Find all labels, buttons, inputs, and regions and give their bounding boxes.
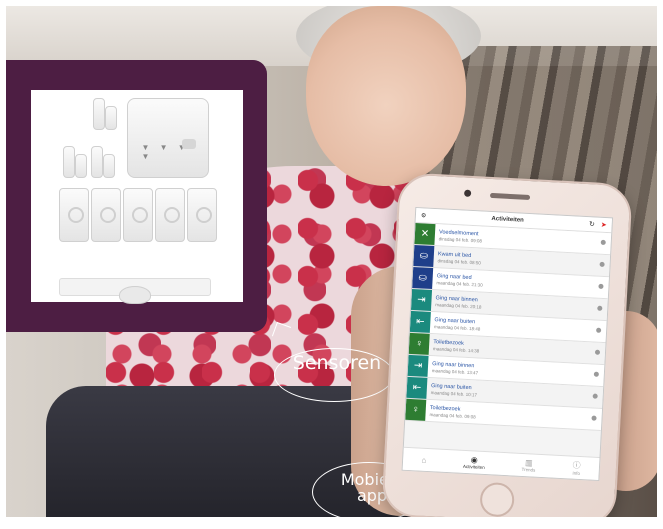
tab-activiteiten[interactable]: ◉ Activiteiten [463,455,485,470]
door-in-icon: ⇥ [410,288,433,311]
feed-item-time: maandag 04 feb. 14:38 [432,345,480,354]
door-out-icon: ⇤ [406,376,428,399]
feed-item-time: maandag 04 feb. 18:48 [434,323,481,332]
tab-trends[interactable]: ▥ Trends [521,458,536,473]
paper-plane-icon[interactable]: ➤ [601,221,607,229]
home-icon: ⌂ [421,455,427,465]
door-sensor [74,154,87,178]
toilet-icon: ♀ [408,332,430,355]
photo-scene: ▼ ▼ ▼ ▼ Sensoren Mobiele app ⚙ Activitei… [6,6,657,517]
status-dot-icon [597,305,603,311]
sensor-panel: ▼ ▼ ▼ ▼ [6,60,267,332]
door-out-icon: ⇤ [409,310,431,333]
feed-item-text: Toiletbezoek maandag 04 feb. 09:08 [425,400,480,424]
feed-item-time: maandag 04 feb. 21:30 [436,279,483,288]
earpiece [489,192,531,200]
activity-icon: ◉ [470,455,478,465]
hub-leds: ▼ ▼ ▼ ▼ [141,143,190,161]
door-sensor [92,98,105,130]
door-sensor [104,106,117,130]
sensors-label: Sensoren [274,348,394,404]
status-dot-icon [592,393,598,399]
toilet-icon: ♀ [405,398,427,421]
feed-item-time: maandag 04 feb. 09:08 [429,411,476,419]
feed-item-text: Ging naar buiten maandag 04 feb. 18:48 [430,312,485,336]
tab-home[interactable]: ⌂ [421,455,426,464]
smart-plug [90,188,121,242]
smart-plug [122,188,153,242]
chart-icon: ▥ [524,458,533,468]
feed-item-text: Voedselmoment dinsdag 04 feb. 09:08 [434,224,486,248]
feed-item-text: Ging naar bed maandag 04 feb. 21:30 [432,268,487,292]
bottom-tab-bar: ⌂ ◉ Activiteiten ▥ Trends ⓘ Info [402,446,600,480]
tab-label: Trends [521,466,536,473]
feed-item-text: Ging naar binnen maandag 04 feb. 20:18 [431,290,486,314]
activity-feed: ✕ Voedselmoment dinsdag 04 feb. 09:08 ⛀ Kwam… [405,223,612,432]
feed-item-text: Kwam uit bed dinsdag 04 feb. 08:50 [433,246,485,270]
bed-icon: ⛀ [412,266,434,289]
smart-plug [154,188,185,242]
feed-item-text: Toiletbezoek maandag 04 feb. 14:38 [429,334,484,358]
info-icon: ⓘ [572,460,581,471]
feed-item-text: Ging naar binnen maandag 04 feb. 13:47 [427,356,482,380]
status-dot-icon [593,371,599,377]
refresh-icon[interactable]: ↻ [589,220,595,228]
status-dot-icon [596,327,602,333]
bed-icon: ⛀ [413,245,435,268]
status-dot-icon [594,349,601,355]
status-dot-icon [600,239,606,246]
door-sensor [62,146,75,178]
status-dot-icon [599,261,605,267]
feed-item-time: maandag 04 feb. 10:17 [430,389,478,397]
feed-item-time: dinsdag 04 feb. 08:50 [437,257,481,266]
motion-sensor [118,286,151,304]
home-button[interactable] [479,481,516,517]
feed-item-text: Ging naar buiten maandag 04 feb. 10:17 [426,378,481,402]
smart-plug [186,188,217,242]
smart-plug [58,188,89,242]
app-title: Activiteiten [491,216,524,224]
label-ring [274,348,394,402]
hub-device: ▼ ▼ ▼ ▼ [126,98,209,178]
fork-knife-icon: ✕ [414,223,436,246]
status-dot-icon [598,283,604,289]
door-sensor [90,146,103,178]
door-in-icon: ⇥ [407,354,429,377]
gear-icon[interactable]: ⚙ [421,212,427,219]
hub-button [181,139,196,149]
smartphone: ⚙ Activiteiten ↻ ➤ ✕ Voedselmoment dinsdag… [381,172,633,517]
sensor-kit-image: ▼ ▼ ▼ ▼ [30,90,243,304]
tab-info[interactable]: ⓘ Info [572,460,581,476]
feed-item-time: maandag 04 feb. 13:47 [431,367,479,376]
tab-label: Activiteiten [462,463,485,470]
status-dot-icon [591,415,597,421]
door-sensor [102,154,115,178]
front-camera [463,189,472,197]
tab-label: Info [572,470,581,476]
feed-item-time: maandag 04 feb. 20:18 [435,301,482,310]
smiling-woman-face [306,6,466,186]
app-screen: ⚙ Activiteiten ↻ ➤ ✕ Voedselmoment dinsdag… [401,207,614,482]
feed-item-time: dinsdag 04 feb. 09:08 [438,235,483,244]
